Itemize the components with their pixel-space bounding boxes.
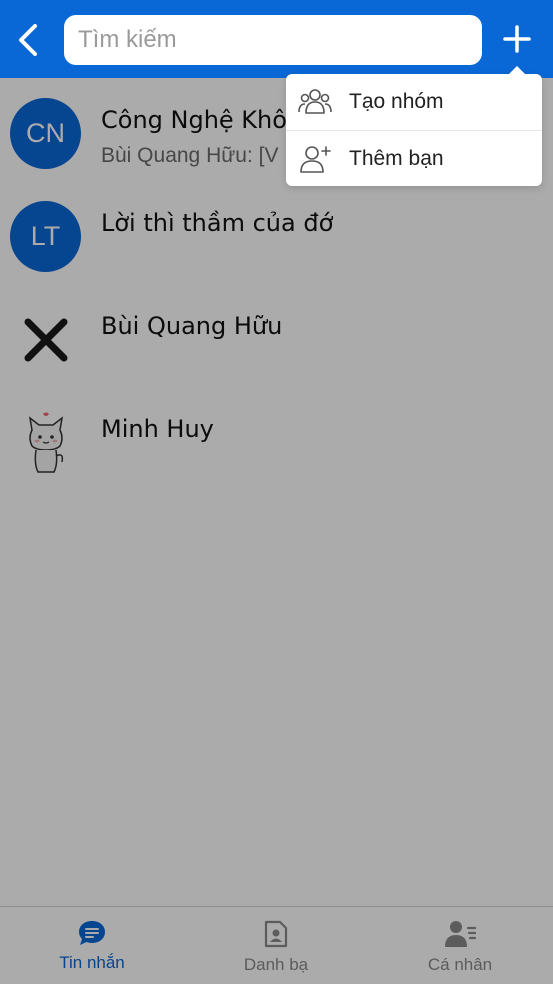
menu-item-create-group[interactable]: Tạo nhóm: [286, 74, 542, 130]
add-menu-popup: Tạo nhóm Thêm bạn: [286, 66, 542, 187]
plus-icon: [503, 25, 531, 53]
dim-overlay[interactable]: [0, 78, 553, 984]
menu-item-label: Tạo nhóm: [349, 90, 444, 113]
group-icon: [298, 89, 332, 114]
menu-item-add-friend[interactable]: Thêm bạn: [286, 130, 542, 187]
chevron-left-icon: [19, 24, 37, 56]
add-friend-icon: [300, 146, 331, 173]
menu-item-label: Thêm bạn: [349, 147, 444, 170]
search-input[interactable]: [64, 15, 482, 65]
top-app-bar: [0, 0, 553, 78]
back-button[interactable]: [8, 20, 48, 60]
add-button[interactable]: [494, 16, 540, 62]
